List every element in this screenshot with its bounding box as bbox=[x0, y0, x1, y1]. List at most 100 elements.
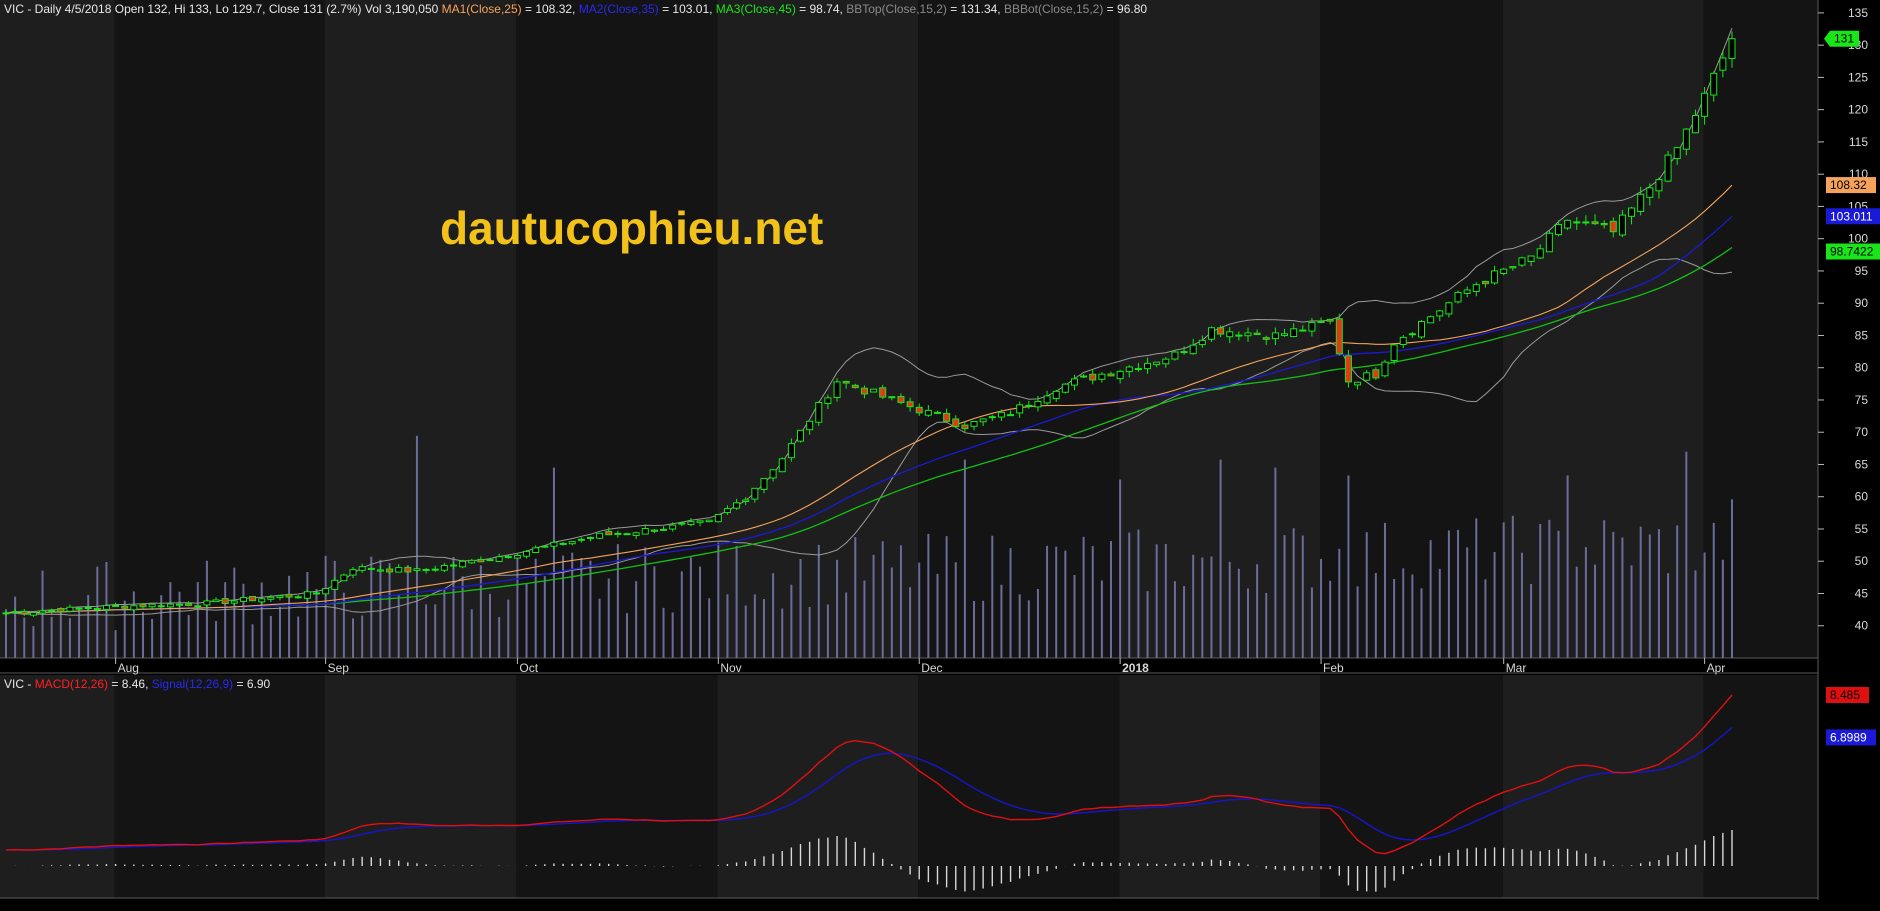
candle-body bbox=[888, 396, 896, 399]
candle-body bbox=[1509, 266, 1517, 269]
candle-body bbox=[358, 566, 366, 571]
candle-body bbox=[769, 469, 777, 479]
candle-body bbox=[395, 567, 403, 573]
candle-body bbox=[1070, 378, 1078, 386]
y-tick-label: 45 bbox=[1855, 586, 1869, 600]
y-tick-label: 95 bbox=[1855, 264, 1869, 278]
header-ma1-value: = 108.32, bbox=[522, 2, 579, 16]
last-price-tag: 131 bbox=[1824, 30, 1859, 47]
candle-body bbox=[1399, 336, 1407, 346]
candle-body bbox=[495, 556, 503, 562]
y-tick-label: 115 bbox=[1849, 135, 1868, 149]
candle-body bbox=[1125, 366, 1133, 373]
candle-body bbox=[632, 532, 640, 536]
candle-body bbox=[1500, 268, 1508, 275]
candle-body bbox=[733, 502, 741, 509]
candle-body bbox=[970, 420, 978, 427]
candle-body bbox=[57, 608, 65, 613]
candle-body bbox=[340, 574, 348, 582]
candle-body bbox=[669, 524, 677, 530]
signal-tag-text: 6.8989 bbox=[1830, 730, 1867, 744]
candle-body bbox=[1646, 187, 1654, 198]
candle-body bbox=[696, 520, 704, 523]
header-bbtop-label: BBTop(Close,15,2) bbox=[846, 2, 947, 16]
candle-body bbox=[961, 424, 969, 430]
candle-body bbox=[1390, 344, 1398, 361]
candle-body bbox=[1408, 333, 1416, 336]
y-tick-label: 55 bbox=[1855, 522, 1869, 536]
macd-month-band bbox=[1320, 675, 1503, 898]
candle-body bbox=[449, 564, 457, 567]
header-ma2-label: MA2(Close,35) bbox=[579, 2, 659, 16]
signal-tag: 6.8989 bbox=[1826, 729, 1876, 746]
candle-body bbox=[623, 533, 631, 536]
candle-body bbox=[559, 542, 567, 545]
y-tick-label: 125 bbox=[1848, 70, 1868, 84]
candle-body bbox=[851, 384, 859, 389]
candle-body bbox=[1618, 214, 1626, 236]
candle-body bbox=[1080, 375, 1088, 378]
candle-body bbox=[413, 568, 421, 571]
candle-body bbox=[166, 603, 174, 608]
macd-month-band bbox=[114, 675, 325, 898]
candle-body bbox=[824, 397, 832, 404]
candle-body bbox=[1445, 302, 1453, 315]
candle-body bbox=[687, 521, 695, 525]
header-info: - Daily 4/5/2018 Open 132, Hi 133, Lo 12… bbox=[24, 2, 442, 16]
header-bbbot-label: BBBot(Close,15,2) bbox=[1004, 2, 1103, 16]
candle-body bbox=[1016, 404, 1024, 414]
x-tick-label: 2018 bbox=[1122, 661, 1149, 675]
candle-body bbox=[1180, 351, 1188, 354]
candle-body bbox=[1235, 334, 1243, 337]
candle-body bbox=[121, 605, 129, 609]
candle-body bbox=[294, 596, 302, 599]
y-tick-label: 80 bbox=[1855, 361, 1869, 375]
x-tick-label: Apr bbox=[1707, 661, 1726, 675]
candle-body bbox=[1107, 373, 1115, 377]
candle-body bbox=[39, 610, 47, 614]
candle-body bbox=[29, 611, 37, 616]
candle-body bbox=[1171, 351, 1179, 360]
price-axis: 4045505560657075808590951001051101151201… bbox=[1818, 6, 1868, 633]
candle-body bbox=[367, 567, 375, 570]
candle-body bbox=[1545, 232, 1553, 253]
candle-body bbox=[93, 608, 101, 611]
candle-body bbox=[1673, 147, 1681, 160]
candle-body bbox=[778, 458, 786, 473]
candle-body bbox=[1335, 318, 1343, 355]
candle-body bbox=[1418, 321, 1426, 338]
candle-body bbox=[1454, 291, 1462, 303]
candle-body bbox=[322, 587, 330, 595]
y-tick-label: 70 bbox=[1855, 425, 1869, 439]
candle-body bbox=[1262, 337, 1270, 340]
candle-body bbox=[75, 607, 83, 610]
macd-month-band bbox=[516, 675, 718, 898]
header-ma2-value: = 103.01, bbox=[659, 2, 716, 16]
candle-body bbox=[312, 592, 320, 595]
candle-body bbox=[1682, 128, 1690, 150]
candle-body bbox=[924, 409, 932, 416]
candle-body bbox=[1527, 255, 1535, 262]
macd-tag-text: 8.485 bbox=[1830, 688, 1860, 702]
macd-header-ticker: VIC bbox=[4, 677, 24, 691]
candle-body bbox=[249, 595, 257, 602]
candle-body bbox=[787, 443, 795, 459]
candle-body bbox=[1089, 373, 1097, 381]
candle-body bbox=[806, 420, 814, 431]
y-tick-label: 60 bbox=[1855, 490, 1869, 504]
candle-body bbox=[797, 429, 805, 442]
candle-body bbox=[1728, 38, 1736, 59]
candle-body bbox=[1372, 369, 1380, 379]
candle-body bbox=[523, 550, 531, 557]
candle-body bbox=[1628, 207, 1636, 217]
candle-body bbox=[596, 532, 604, 539]
header-ma1-label: MA1(Close,25) bbox=[442, 2, 522, 16]
candle-body bbox=[1061, 383, 1069, 393]
price-month-band bbox=[114, 0, 325, 658]
x-tick-label: Sep bbox=[328, 661, 350, 675]
candle-body bbox=[504, 556, 512, 559]
candle-body bbox=[860, 387, 868, 395]
x-tick-label: Dec bbox=[921, 661, 942, 675]
candle-body bbox=[1144, 362, 1152, 370]
header-bbtop-value: = 131.34, bbox=[947, 2, 1004, 16]
